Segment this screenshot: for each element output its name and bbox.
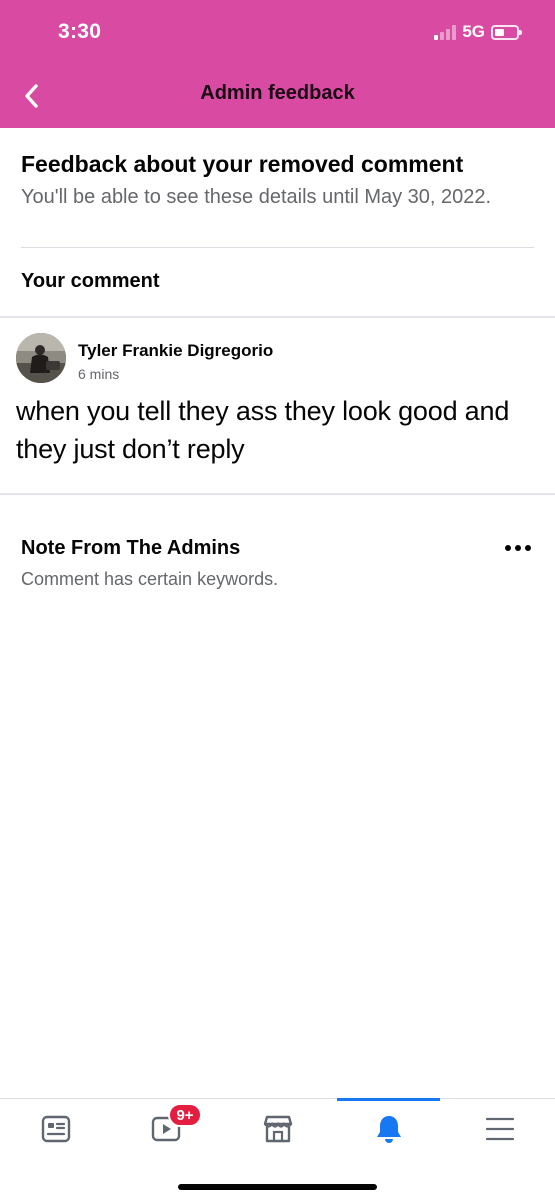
hamburger-icon xyxy=(485,1117,514,1141)
bell-icon xyxy=(376,1116,401,1143)
tab-menu[interactable] xyxy=(444,1099,555,1159)
signal-icon xyxy=(434,24,457,40)
feedback-subtitle: You'll be able to see these details unti… xyxy=(21,186,492,208)
store-icon xyxy=(263,1115,292,1143)
home-indicator xyxy=(178,1184,377,1190)
more-horizontal-icon xyxy=(505,545,531,551)
page-title: Admin feedback xyxy=(200,82,355,104)
status-time: 3:30 xyxy=(58,20,102,43)
note-text: Comment has certain keywords. xyxy=(21,569,279,589)
status-indicators: 5G xyxy=(434,22,522,42)
tab-marketplace[interactable] xyxy=(222,1099,333,1159)
section-label: Your comment xyxy=(21,270,160,292)
battery-icon xyxy=(491,24,522,40)
avatar[interactable] xyxy=(16,333,66,383)
feedback-header: Feedback about your removed comment You'… xyxy=(21,150,536,210)
divider xyxy=(21,247,534,248)
feedback-title: Feedback about your removed comment xyxy=(21,151,464,177)
avatar-photo xyxy=(16,333,66,383)
tab-news-feed[interactable] xyxy=(0,1099,111,1159)
notification-badge: 9+ xyxy=(168,1103,202,1127)
divider xyxy=(0,316,555,318)
more-options-button[interactable] xyxy=(498,534,538,562)
tab-watch[interactable] xyxy=(111,1099,222,1159)
comment-author[interactable]: Tyler Frankie Digregorio xyxy=(78,341,273,361)
divider xyxy=(0,493,555,495)
app-header: 3:30 5G Admin feedback xyxy=(0,0,555,128)
tab-notifications[interactable] xyxy=(333,1099,444,1159)
network-label: 5G xyxy=(462,22,485,41)
comment-time: 6 mins xyxy=(78,366,120,382)
note-title: Note From The Admins xyxy=(21,537,241,559)
comment-text: when you tell they ass they look good an… xyxy=(16,396,510,464)
news-feed-icon xyxy=(41,1115,70,1143)
